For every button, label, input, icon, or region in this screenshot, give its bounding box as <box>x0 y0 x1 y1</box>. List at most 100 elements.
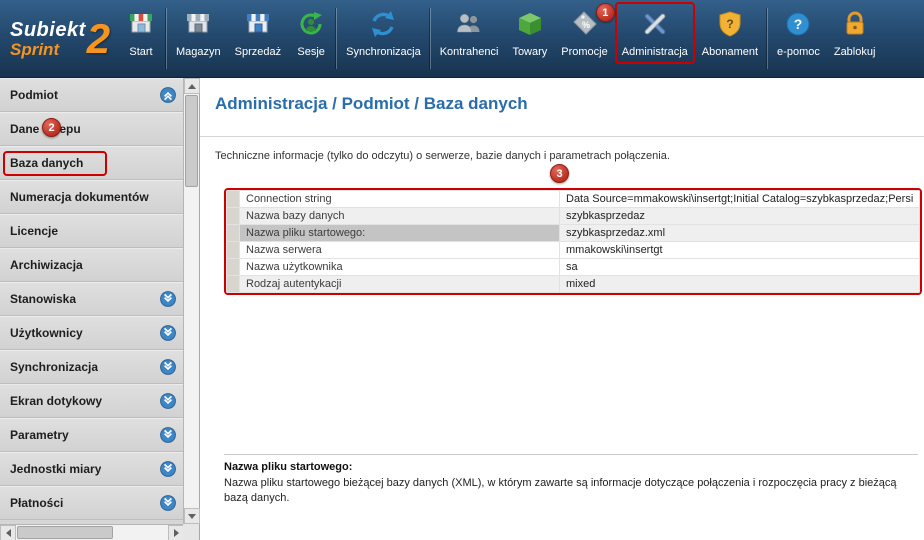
info-panel-text: Nazwa pliku startowego bieżącej bazy dan… <box>224 477 897 505</box>
toolbar-item-abonament[interactable]: ? Abonament <box>695 0 765 77</box>
toolbar-item-administracja[interactable]: Administracja <box>614 0 695 77</box>
chevron-down-icon[interactable] <box>160 393 176 409</box>
sidebar-item-label: Ekran dotykowy <box>10 394 103 408</box>
top-toolbar: Subiekt Sprint 2 Start Magazyn Sprzedaż <box>0 0 924 78</box>
sidebar-item-stanowiska[interactable]: Stanowiska <box>0 282 184 316</box>
sidebar-vertical-scrollbar[interactable] <box>183 78 200 524</box>
sessions-icon <box>295 8 327 40</box>
sidebar-item-label: Stanowiska <box>10 292 77 306</box>
sidebar-item-dane-sklepu[interactable]: Dane sklepu <box>0 112 184 146</box>
toolbar-item-kontrahenci[interactable]: Kontrahenci <box>433 0 506 77</box>
toolbar-label: Magazyn <box>176 46 221 58</box>
sidebar-item-label: Płatności <box>10 496 64 510</box>
sidebar-item-label: Podmiot <box>10 88 58 102</box>
property-value: szybkasprzedaz <box>559 207 920 225</box>
table-row-selected[interactable]: Nazwa pliku startowego: szybkasprzedaz.x… <box>226 224 920 242</box>
toolbar-item-start[interactable]: Start <box>118 0 164 77</box>
logo-version-number: 2 <box>86 14 111 62</box>
toolbar-label: e-pomoc <box>777 46 820 58</box>
scroll-down-button[interactable] <box>184 508 200 524</box>
sidebar-item-licencje[interactable]: Licencje <box>0 214 184 248</box>
page-description: Techniczne informacje (tylko do odczytu)… <box>215 150 670 162</box>
store-sales-icon <box>242 8 274 40</box>
toolbar-label: Sesje <box>297 46 325 58</box>
row-gutter <box>226 207 240 225</box>
sidebar-item-uzytkownicy[interactable]: Użytkownicy <box>0 316 184 350</box>
triangle-down-icon <box>188 513 196 519</box>
row-gutter <box>226 275 240 293</box>
property-name: Nazwa serwera <box>239 241 560 259</box>
sidebar-item-platnosci[interactable]: Płatności <box>0 486 184 520</box>
sidebar-item-label: Użytkownicy <box>10 326 83 340</box>
row-gutter <box>226 241 240 259</box>
scrollbar-thumb[interactable] <box>17 526 113 539</box>
scroll-up-button[interactable] <box>184 78 200 94</box>
toolbar-item-promocje[interactable]: % 1 Promocje <box>554 0 615 77</box>
chevron-down-icon[interactable] <box>160 291 176 307</box>
toolbar-item-sprzedaz[interactable]: Sprzedaż <box>228 0 288 77</box>
scroll-right-button[interactable] <box>168 525 184 540</box>
sidebar-item-synchronizacja[interactable]: Synchronizacja <box>0 350 184 384</box>
property-name: Connection string <box>239 190 560 208</box>
toolbar-separator <box>767 8 769 69</box>
property-name: Nazwa bazy danych <box>239 207 560 225</box>
table-row[interactable]: Rodzaj autentykacji mixed <box>226 275 920 293</box>
table-row[interactable]: Nazwa użytkownika sa <box>226 258 920 276</box>
sidebar-item-parametry[interactable]: Parametry <box>0 418 184 452</box>
property-name: Nazwa użytkownika <box>239 258 560 276</box>
table-row[interactable]: Nazwa serwera mmakowski\insertgt <box>226 241 920 259</box>
toolbar-separator <box>429 8 431 69</box>
info-panel-title: Nazwa pliku startowego: <box>224 461 353 473</box>
sync-arrows-icon <box>367 8 399 40</box>
triangle-right-icon <box>173 529 179 537</box>
toolbar-label: Zablokuj <box>833 46 876 58</box>
toolbar-items: Start Magazyn Sprzedaż Sesje Synchroniza… <box>118 0 924 77</box>
toolbar-item-zablokuj[interactable]: Zablokuj <box>827 0 883 77</box>
contractors-people-icon <box>453 8 485 40</box>
chevron-down-icon[interactable] <box>160 427 176 443</box>
toolbar-label: Promocje <box>561 46 608 58</box>
sidebar-item-archiwizacja[interactable]: Archiwizacja <box>0 248 184 282</box>
property-value: Data Source=mmakowski\insertgt;Initial C… <box>559 190 920 208</box>
sidebar-item-podmiot[interactable]: Podmiot <box>0 78 184 112</box>
sidebar-item-label: Archiwizacja <box>10 258 83 272</box>
svg-text:?: ? <box>726 17 733 31</box>
toolbar-item-synchronizacja[interactable]: Synchronizacja <box>339 0 428 77</box>
page-title: Administracja / Podmiot / Baza danych <box>215 94 528 113</box>
toolbar-item-magazyn[interactable]: Magazyn <box>169 0 228 77</box>
storefront-icon <box>125 8 157 40</box>
sidebar-item-baza-danych[interactable]: Baza danych <box>0 146 184 180</box>
sidebar-item-jednostki-miary[interactable]: Jednostki miary <box>0 452 184 486</box>
help-icon: ? <box>782 8 814 40</box>
triangle-left-icon <box>5 529 11 537</box>
sidebar-item-label: Baza danych <box>10 156 84 170</box>
chevron-down-icon[interactable] <box>160 359 176 375</box>
logo-subiekt-text: Subiekt <box>10 18 86 41</box>
chevron-up-icon[interactable] <box>160 87 176 103</box>
toolbar-item-towary[interactable]: Towary <box>505 0 554 77</box>
toolbar-separator <box>166 8 167 69</box>
table-row[interactable]: Connection string Data Source=mmakowski\… <box>226 190 920 208</box>
sidebar-item-label: Jednostki miary <box>10 462 102 476</box>
sidebar-horizontal-scrollbar[interactable] <box>0 524 184 540</box>
toolbar-label: Abonament <box>701 46 759 58</box>
toolbar-label: Administracja <box>621 46 688 58</box>
property-name: Rodzaj autentykacji <box>239 275 560 293</box>
title-divider <box>200 136 924 137</box>
sidebar-item-ekran-dotykowy[interactable]: Ekran dotykowy <box>0 384 184 418</box>
toolbar-item-epomoc[interactable]: ? e-pomoc <box>770 0 827 77</box>
subscription-shield-icon: ? <box>714 8 746 40</box>
property-value: mmakowski\insertgt <box>559 241 920 259</box>
chevron-down-icon[interactable] <box>160 461 176 477</box>
toolbar-label: Towary <box>512 46 548 58</box>
warehouse-icon <box>182 8 214 40</box>
chevron-down-icon[interactable] <box>160 495 176 511</box>
annotation-badge-2: 2 <box>42 118 61 137</box>
sidebar-item-numeracja-dokumentow[interactable]: Numeracja dokumentów <box>0 180 184 214</box>
table-row[interactable]: Nazwa bazy danych szybkasprzedaz <box>226 207 920 225</box>
chevron-down-icon[interactable] <box>160 325 176 341</box>
scrollbar-thumb[interactable] <box>185 95 198 187</box>
toolbar-item-sesje[interactable]: Sesje <box>288 0 334 77</box>
goods-box-icon <box>514 8 546 40</box>
scroll-left-button[interactable] <box>0 525 16 540</box>
